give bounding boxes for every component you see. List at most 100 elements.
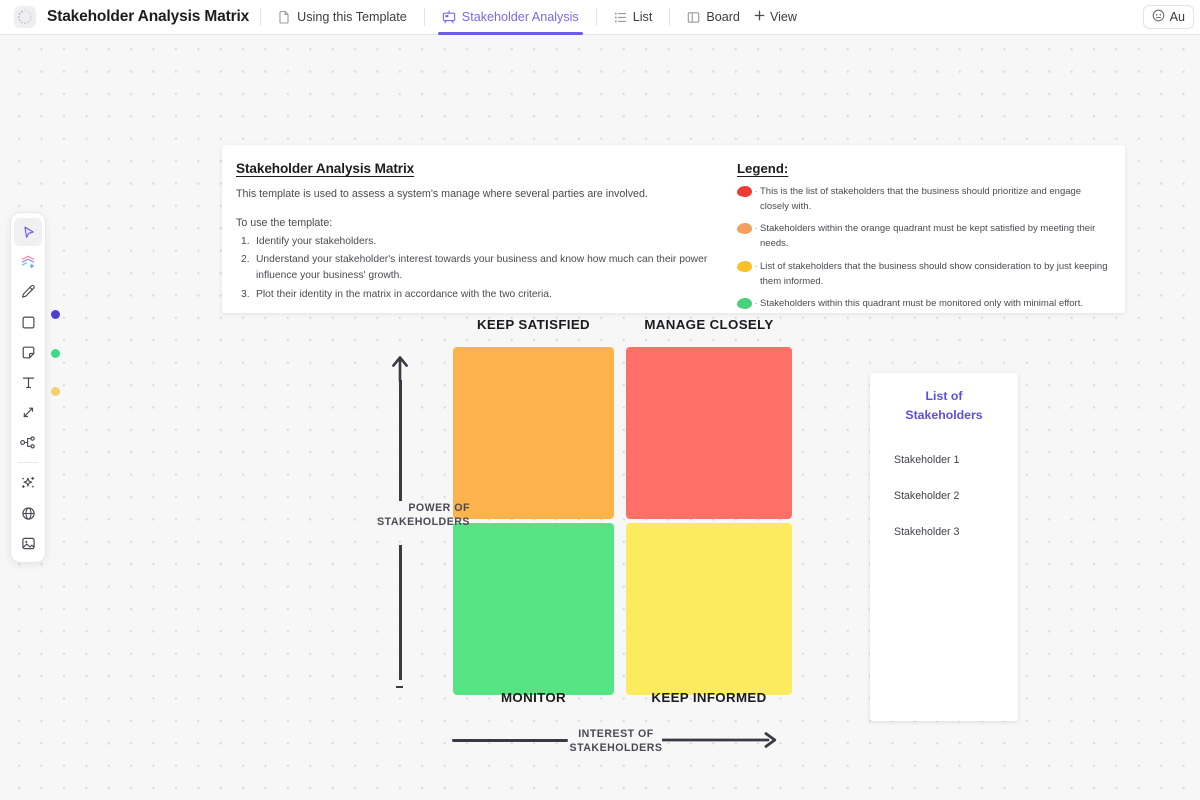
ai-sparkle-icon [19, 474, 37, 492]
divider [423, 8, 425, 26]
whiteboard-canvas[interactable]: Stakeholder Analysis Matrix This templat… [0, 35, 1200, 800]
instructions-steps: 1. Identify your stakeholders. 2. Unders… [236, 234, 711, 304]
text-icon [20, 374, 37, 391]
list-item: 1. Identify your stakeholders. [236, 234, 711, 250]
quadrant-label-monitor: MONITOR [501, 690, 566, 705]
tab-list[interactable]: List [608, 0, 659, 35]
legend-text: List of stakeholders that the business s… [760, 260, 1108, 287]
collaborator-dot [51, 349, 60, 358]
loading-spinner-icon [14, 6, 36, 28]
page-title: Stakeholder Analysis Matrix [47, 8, 250, 25]
list-item[interactable]: Stakeholder 3 [880, 526, 1008, 538]
instructions-intro: This template is used to assess a system… [236, 188, 648, 200]
globe-icon [20, 505, 37, 522]
shapes-library-tool[interactable] [14, 248, 42, 276]
x-axis-label-line2: STAKEHOLDERS [569, 742, 663, 755]
x-axis-label-line1: INTEREST OF [578, 728, 654, 740]
connector-arrows-icon [20, 404, 37, 421]
list-item[interactable]: Stakeholder 2 [880, 490, 1008, 502]
cursor-icon [20, 224, 37, 241]
title-line1: List of [925, 389, 963, 403]
collaborator-dot [51, 387, 60, 396]
quadrant-label-keep-informed: KEEP INFORMED [651, 690, 767, 705]
tab-stakeholder-analysis[interactable]: Stakeholder Analysis [436, 0, 585, 35]
mindmap-icon [19, 434, 37, 451]
list-icon [614, 11, 627, 24]
step-number: 1. [241, 235, 250, 247]
list-item: · This is the list of stakeholders that … [737, 185, 1111, 214]
y-axis-label-line1: POWER OF [408, 502, 470, 514]
tab-label: List [632, 10, 653, 24]
select-cursor-tool[interactable] [14, 218, 42, 246]
legend-swatch-orange [737, 223, 752, 235]
step-text: Plot their identity in the matrix in acc… [256, 289, 552, 301]
connector-tool[interactable] [14, 398, 42, 426]
add-view-label: View [769, 10, 798, 24]
tab-using-this-template[interactable]: Using this Template [272, 0, 413, 35]
legend-text: Stakeholders within this quadrant must b… [760, 298, 1083, 310]
legend-swatch-red [737, 186, 752, 197]
y-axis-line-lower [399, 545, 402, 680]
square-icon [20, 314, 37, 331]
list-item: · List of stakeholders that the business… [737, 260, 1111, 289]
pen-icon [19, 283, 37, 301]
pen-tool[interactable] [14, 278, 42, 306]
y-axis-tick [396, 686, 403, 688]
whiteboard-icon [442, 10, 456, 24]
toolbar-divider [18, 462, 38, 463]
board-icon [687, 11, 700, 24]
tab-label: Board [706, 10, 740, 24]
embed-tool[interactable] [14, 499, 42, 527]
add-view-button[interactable]: View [746, 10, 805, 24]
quadrant-monitor[interactable] [453, 523, 614, 695]
bullet-icon: · [754, 186, 758, 196]
step-number: 3. [241, 289, 250, 301]
instructions-column: Stakeholder Analysis Matrix This templat… [222, 145, 727, 313]
template-instructions-card[interactable]: Stakeholder Analysis Matrix This templat… [222, 145, 1125, 313]
ai-label: Au [1169, 10, 1185, 24]
collaborator-dot [51, 310, 60, 319]
legend-text: This is the list of stakeholders that th… [760, 186, 1082, 212]
instructions-subheading: To use the template: [236, 216, 333, 229]
quadrant-keep-informed[interactable] [626, 523, 792, 695]
y-axis-label-line2: STAKEHOLDERS [377, 516, 470, 529]
doc-icon [278, 10, 291, 24]
ai-tool[interactable] [14, 469, 42, 497]
quadrant-label-keep-satisfied: KEEP SATISFIED [476, 317, 591, 332]
list-item: 3. Plot their identity in the matrix in … [236, 287, 711, 303]
divider [260, 8, 262, 26]
quadrant-keep-satisfied[interactable] [453, 347, 614, 519]
bullet-icon: · [754, 298, 758, 309]
quadrant-manage-closely[interactable] [626, 347, 792, 519]
step-text: Identify your stakeholders. [256, 235, 377, 247]
tab-label: Using this Template [297, 10, 407, 24]
legend-column: Legend: · This is the list of stakeholde… [727, 145, 1125, 313]
legend-text: Stakeholders within the orange quadrant … [760, 223, 1096, 250]
robot-icon [1152, 9, 1165, 25]
image-tool[interactable] [14, 529, 42, 557]
plus-icon [754, 10, 765, 24]
sticky-note-tool[interactable] [14, 338, 42, 366]
step-number: 2. [241, 254, 250, 266]
top-bar-right: Au [1142, 5, 1200, 29]
list-item[interactable]: Stakeholder 1 [880, 454, 1008, 466]
stakeholder-list-card[interactable]: List of Stakeholders Stakeholder 1 Stake… [870, 373, 1018, 721]
bullet-icon: · [754, 223, 758, 234]
legend-list: · This is the list of stakeholders that … [737, 185, 1111, 312]
mindmap-tool[interactable] [14, 428, 42, 456]
tab-board[interactable]: Board [681, 0, 746, 35]
quadrant-label-manage-closely: MANAGE CLOSELY [644, 317, 774, 332]
ai-assistant-button[interactable]: Au [1142, 5, 1194, 29]
rectangle-tool[interactable] [14, 308, 42, 336]
stakeholder-list-title: List of Stakeholders [880, 387, 1008, 425]
y-axis-label: POWER OF STAKEHOLDERS [330, 501, 470, 530]
list-item: 2. Understand your stakeholder's interes… [236, 252, 711, 284]
bullet-icon: · [754, 260, 758, 271]
x-axis-arrow-icon [660, 729, 777, 756]
divider [595, 8, 597, 26]
stakeholder-items: Stakeholder 1 Stakeholder 2 Stakeholder … [880, 454, 1008, 538]
image-icon [20, 535, 37, 552]
divider [669, 8, 671, 26]
text-tool[interactable] [14, 368, 42, 396]
step-text: Understand your stakeholder's interest t… [256, 254, 708, 282]
